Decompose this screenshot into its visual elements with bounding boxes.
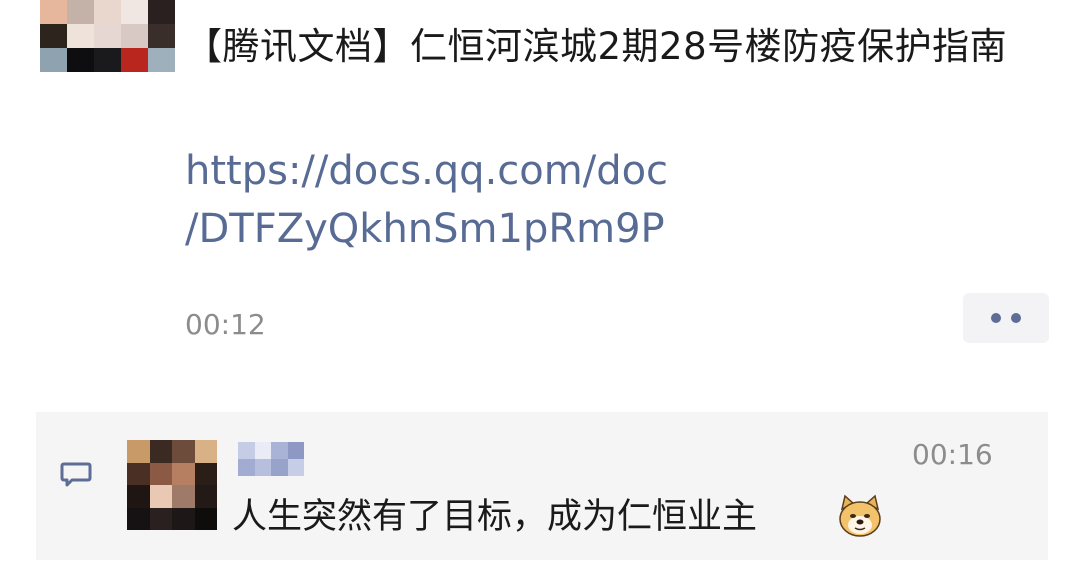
doc-link-line2[interactable]: /DTFZyQkhnSm1pRm9P [185, 200, 745, 258]
post-timestamp: 00:12 [185, 308, 266, 341]
comment-timestamp: 00:16 [912, 438, 993, 471]
avatar[interactable] [40, 0, 175, 72]
doge-emoji-icon [839, 494, 881, 537]
commenter-avatar[interactable] [127, 440, 217, 530]
more-button[interactable] [963, 293, 1049, 343]
comment-text: 人生突然有了目标，成为仁恒业主 [232, 497, 758, 537]
commenter-name [238, 442, 304, 476]
doc-link-line1[interactable]: https://docs.qq.com/doc [185, 142, 745, 200]
doc-link[interactable]: https://docs.qq.com/doc /DTFZyQkhnSm1pRm… [185, 142, 745, 258]
more-dots-icon [991, 313, 1001, 323]
more-dots-icon [1011, 313, 1021, 323]
post-title: 【腾讯文档】仁恒河滨城2期28号楼防疫保护指南 [185, 25, 1008, 68]
comment-bubble-icon [60, 462, 92, 487]
